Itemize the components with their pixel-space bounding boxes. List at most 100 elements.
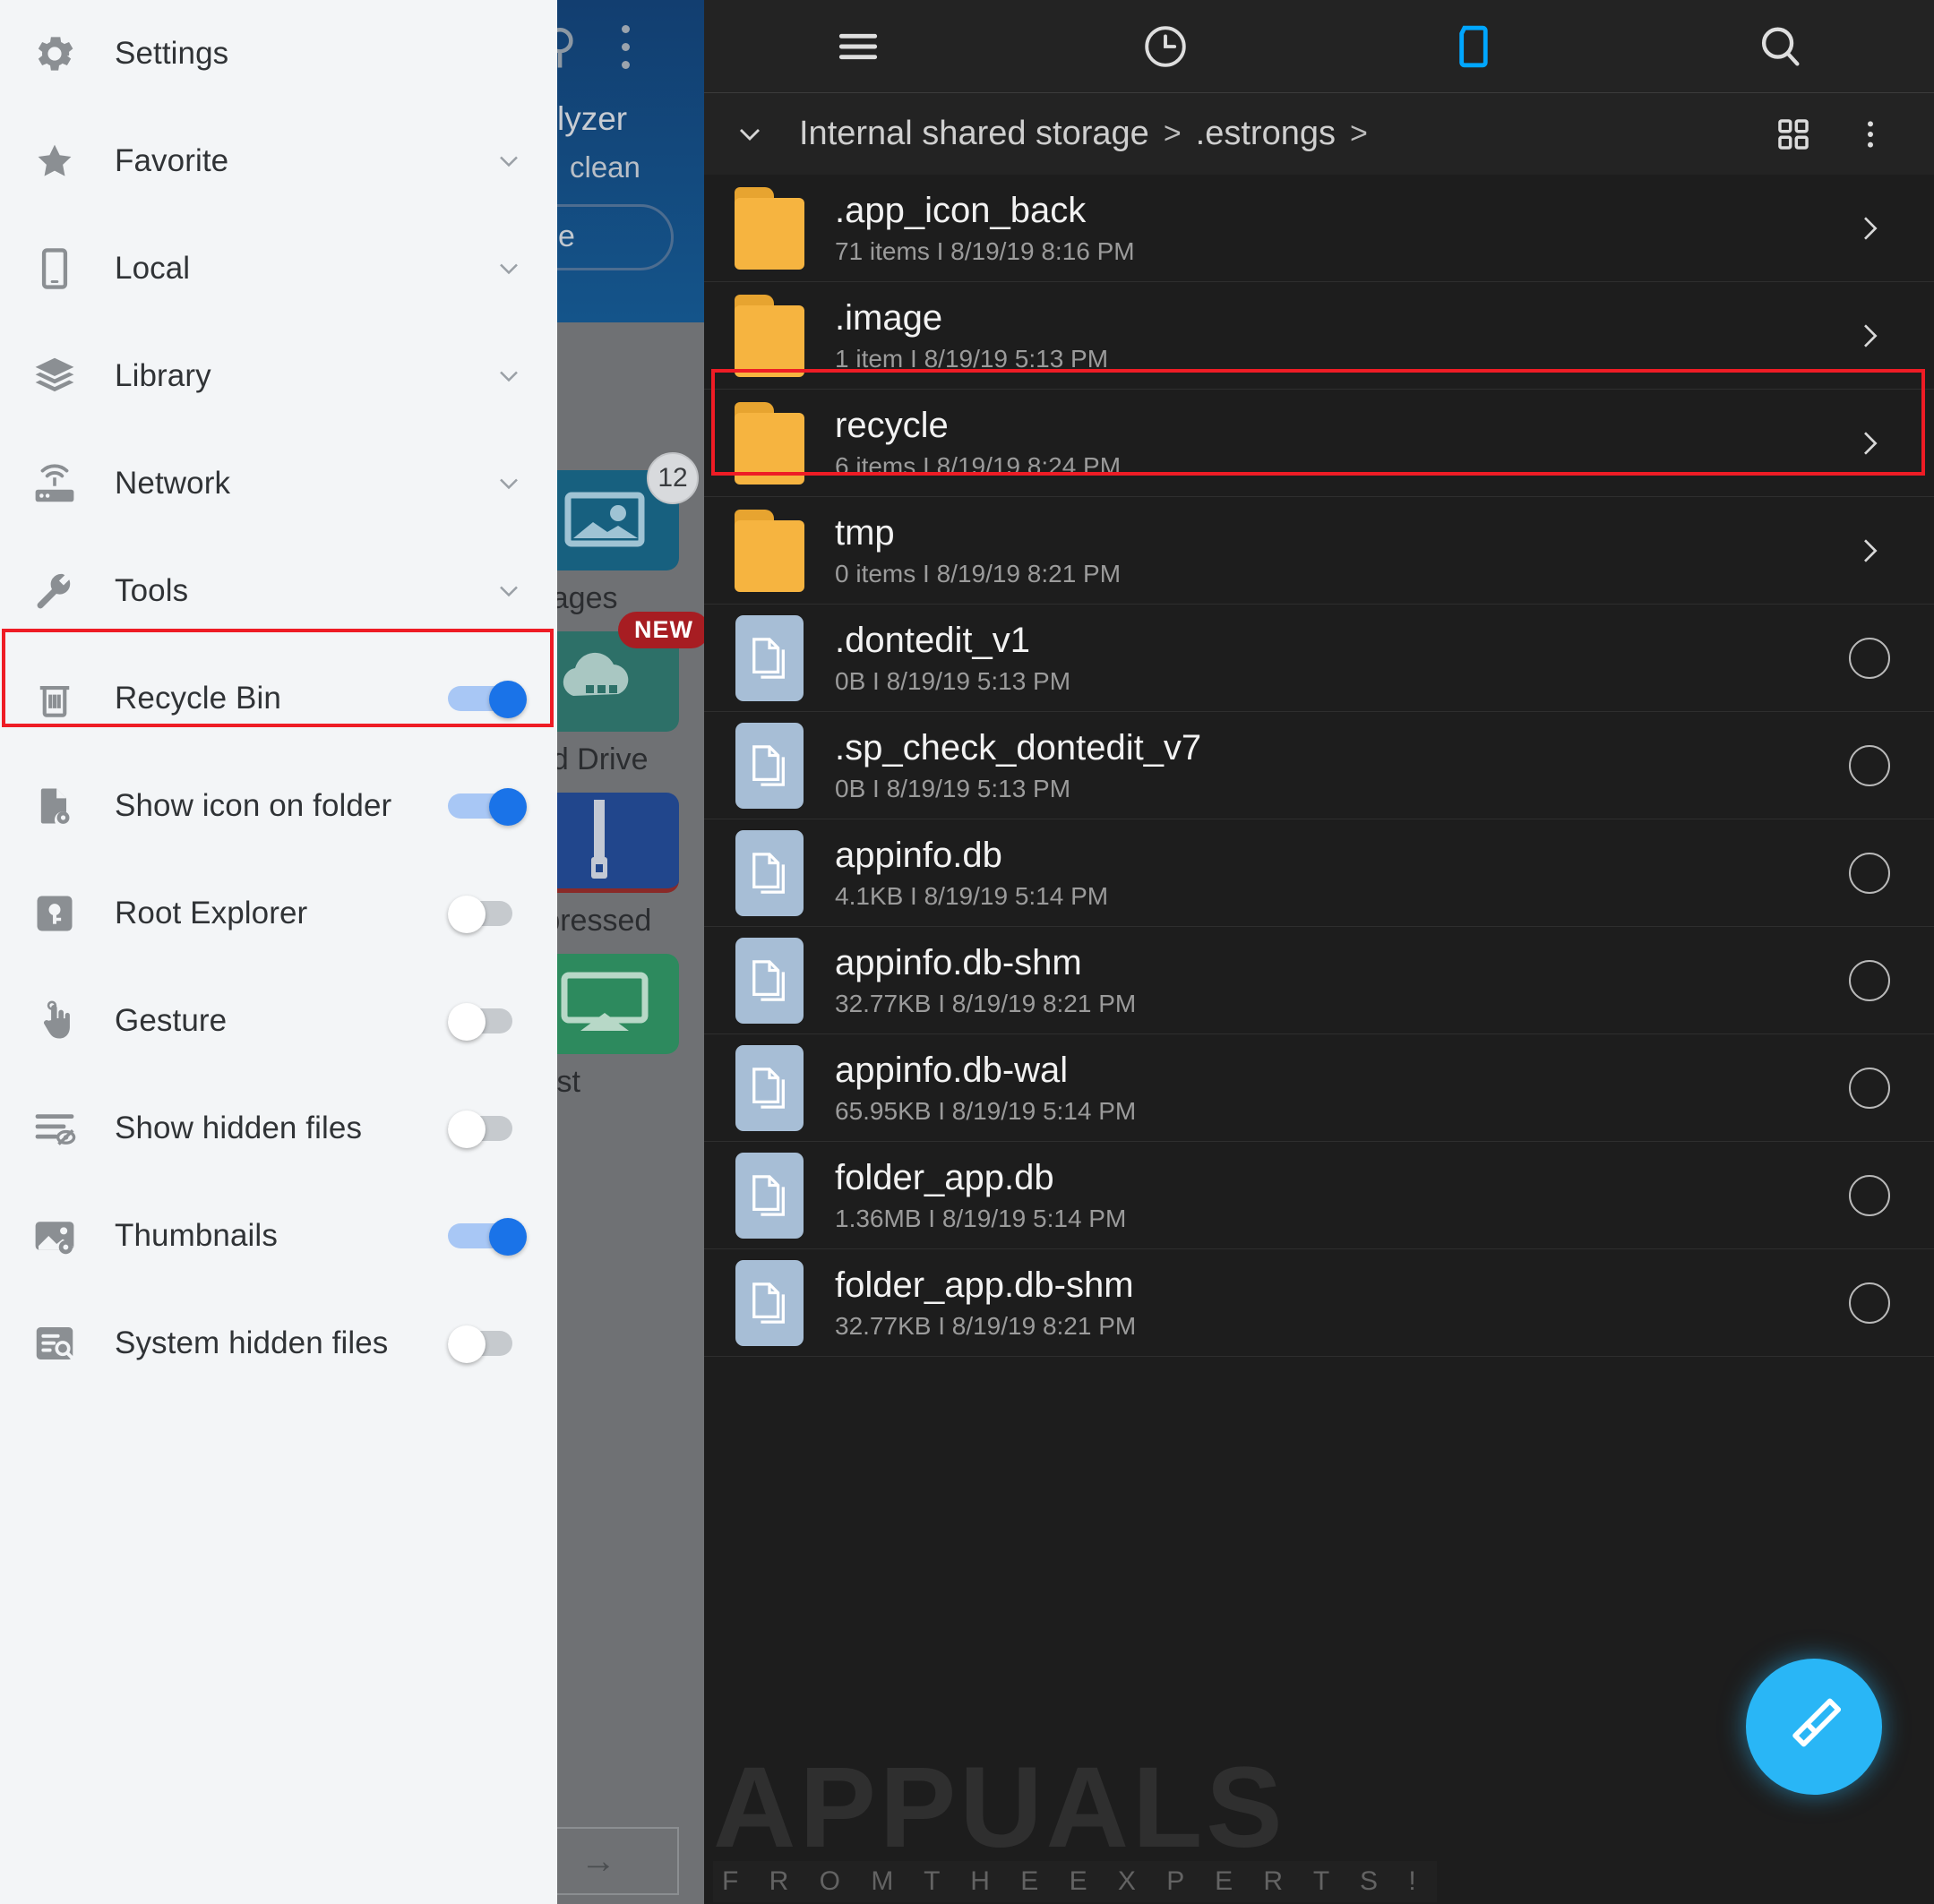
file-name: folder_app.db — [835, 1157, 1054, 1197]
images-badge: 12 — [647, 452, 699, 504]
select-checkbox[interactable] — [1835, 1067, 1904, 1109]
table-row[interactable]: appinfo.db-wal 65.95KB I 8/19/19 5:14 PM — [704, 1034, 1934, 1142]
root-explorer-toggle[interactable] — [448, 896, 527, 933]
table-row[interactable]: tmp 0 items I 8/19/19 8:21 PM — [704, 497, 1934, 605]
table-row[interactable]: .image 1 item I 8/19/19 5:13 PM — [704, 282, 1934, 390]
watermark-tagline: F R O M T H E E X P E R T S ! — [713, 1861, 1437, 1902]
table-row[interactable]: .app_icon_back 71 items I 8/19/19 8:16 P… — [704, 175, 1934, 282]
background-app-button-label: e — [558, 219, 575, 253]
folder-icon — [733, 508, 806, 594]
sidebar-item-label: Recycle Bin — [115, 681, 281, 716]
chevron-down-icon[interactable] — [491, 466, 527, 502]
thumbnails-toggle[interactable] — [448, 1218, 527, 1256]
sidebar-item-thumbnails[interactable]: Thumbnails — [0, 1182, 557, 1290]
toggle-knob — [489, 1218, 527, 1256]
router-icon — [29, 458, 81, 510]
table-row[interactable]: recycle 6 items I 8/19/19 8:24 PM — [704, 390, 1934, 497]
table-row[interactable]: .sp_check_dontedit_v7 0B I 8/19/19 5:13 … — [704, 712, 1934, 819]
system-hidden-files-toggle[interactable] — [448, 1325, 527, 1363]
file-detail: 0B I 8/19/19 5:13 PM — [835, 774, 1071, 802]
gesture-toggle[interactable] — [448, 1003, 527, 1041]
background-app-next-button[interactable]: → — [557, 1827, 679, 1895]
tile-cloud-drive[interactable]: NEW oud Drive — [557, 612, 704, 777]
file-detail: 0 items I 8/19/19 8:21 PM — [835, 559, 1122, 587]
breadcrumb-item-storage[interactable]: Internal shared storage — [799, 115, 1149, 153]
gear-icon — [29, 28, 81, 80]
chevron-down-icon[interactable] — [491, 358, 527, 394]
file-name: .image — [835, 297, 943, 338]
path-collapse-chevron-icon[interactable] — [724, 116, 776, 152]
background-app-button[interactable]: e — [557, 204, 674, 270]
tile-label: Cast — [557, 1065, 580, 1099]
tile-images[interactable]: 12 Images — [557, 452, 699, 616]
file-detail: 1.36MB I 8/19/19 5:14 PM — [835, 1204, 1127, 1232]
sidebar-item-recycle-bin[interactable]: Recycle Bin — [0, 645, 557, 752]
chevron-right-icon[interactable] — [1835, 533, 1904, 569]
file-detail: 4.1KB I 8/19/19 5:14 PM — [835, 881, 1109, 910]
menu-icon[interactable] — [704, 0, 1011, 92]
select-checkbox[interactable] — [1835, 852, 1904, 894]
background-app-title: lyzer — [557, 100, 628, 137]
cast-icon — [557, 954, 679, 1054]
history-icon[interactable] — [1011, 0, 1319, 92]
sidebar-item-label: Local — [115, 251, 191, 286]
chevron-down-icon[interactable] — [491, 143, 527, 179]
sidebar-item-show-hidden-files[interactable]: Show hidden files — [0, 1075, 557, 1182]
hand-tap-icon — [29, 995, 81, 1047]
select-checkbox[interactable] — [1835, 744, 1904, 786]
file-icon — [733, 614, 806, 701]
tile-compressed[interactable]: mpressed — [557, 793, 679, 939]
breadcrumb-separator: > — [1163, 116, 1182, 150]
sidebar-item-favorite[interactable]: Favorite — [0, 107, 557, 215]
select-checkbox[interactable] — [1835, 637, 1904, 679]
table-row[interactable]: .dontedit_v1 0B I 8/19/19 5:13 PM — [704, 605, 1934, 712]
file-name: tmp — [835, 512, 895, 553]
cloud-drive-new-badge: NEW — [618, 612, 704, 648]
search-icon[interactable] — [1627, 0, 1934, 92]
table-row[interactable]: appinfo.db 4.1KB I 8/19/19 5:14 PM — [704, 819, 1934, 927]
chevron-right-icon[interactable] — [1835, 425, 1904, 461]
breadcrumb-item-estrongs[interactable]: .estrongs — [1196, 115, 1336, 153]
file-meta: appinfo.db 4.1KB I 8/19/19 5:14 PM — [835, 837, 1835, 909]
toggle-knob — [448, 1111, 486, 1148]
overflow-menu-icon[interactable] — [1832, 116, 1909, 152]
file-icon — [733, 722, 806, 809]
layers-icon — [29, 350, 81, 402]
sidebar-item-settings[interactable]: Settings — [0, 0, 557, 107]
folder-icon[interactable] — [1319, 0, 1627, 92]
grid-view-icon[interactable] — [1755, 115, 1832, 154]
chevron-right-icon[interactable] — [1835, 318, 1904, 354]
select-checkbox[interactable] — [1835, 959, 1904, 1001]
sidebar-item-tools[interactable]: Tools — [0, 537, 557, 645]
sidebar-item-network[interactable]: Network — [0, 430, 557, 537]
file-meta: recycle 6 items I 8/19/19 8:24 PM — [835, 407, 1835, 479]
clean-fab-button[interactable] — [1746, 1659, 1882, 1795]
table-row[interactable]: folder_app.db-shm 32.77KB I 8/19/19 8:21… — [704, 1249, 1934, 1357]
chevron-right-icon[interactable] — [1835, 210, 1904, 246]
sidebar-item-root-explorer[interactable]: Root Explorer — [0, 860, 557, 967]
settings-sidebar: Settings Favorite Local Library Network … — [0, 0, 557, 1904]
chevron-down-icon[interactable] — [491, 251, 527, 287]
file-meta: appinfo.db-wal 65.95KB I 8/19/19 5:14 PM — [835, 1052, 1835, 1124]
show-hidden-files-toggle[interactable] — [448, 1111, 527, 1148]
sidebar-item-gesture[interactable]: Gesture — [0, 967, 557, 1075]
file-meta: folder_app.db 1.36MB I 8/19/19 5:14 PM — [835, 1160, 1835, 1231]
show-icon-on-folder-toggle[interactable] — [448, 788, 527, 826]
tile-cast[interactable]: Cast — [557, 954, 679, 1100]
select-checkbox[interactable] — [1835, 1282, 1904, 1324]
file-icon — [733, 1259, 806, 1346]
sidebar-item-local[interactable]: Local — [0, 215, 557, 322]
table-row[interactable]: folder_app.db 1.36MB I 8/19/19 5:14 PM — [704, 1142, 1934, 1249]
sidebar-item-library[interactable]: Library — [0, 322, 557, 430]
compressed-icon — [557, 793, 679, 893]
sidebar-item-show-icon-on-folder[interactable]: Show icon on folder — [0, 752, 557, 860]
overflow-menu-icon[interactable] — [622, 25, 630, 69]
background-app-strip: ⚲ lyzer clean e 12 Images NEW oud Drive — [557, 0, 704, 1904]
select-checkbox[interactable] — [1835, 1174, 1904, 1216]
recycle-bin-toggle[interactable] — [448, 681, 527, 718]
sidebar-item-system-hidden-files[interactable]: System hidden files — [0, 1290, 557, 1397]
chevron-down-icon[interactable] — [491, 573, 527, 609]
table-row[interactable]: appinfo.db-shm 32.77KB I 8/19/19 8:21 PM — [704, 927, 1934, 1034]
tile-label: oud Drive — [557, 742, 649, 776]
folder-icon — [733, 400, 806, 486]
